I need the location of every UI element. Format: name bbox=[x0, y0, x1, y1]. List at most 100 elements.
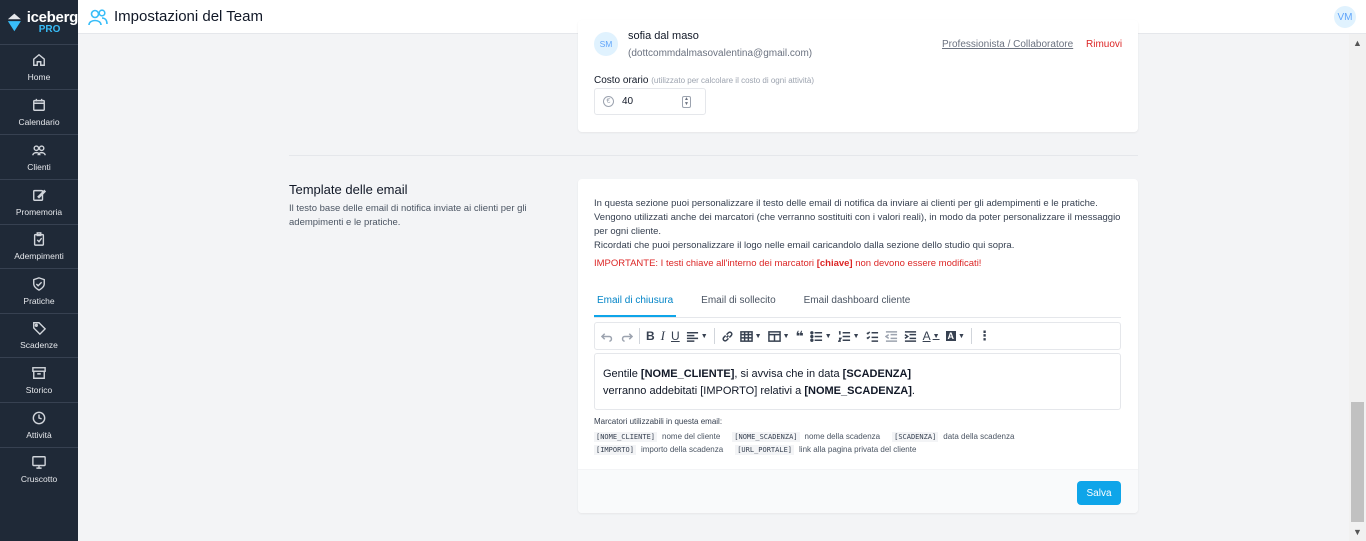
team-member-card: SM sofia dal maso (dottcommdalmasovalent… bbox=[578, 20, 1138, 132]
redo-icon[interactable] bbox=[620, 326, 633, 346]
checklist-icon[interactable] bbox=[865, 326, 879, 346]
marker-item: [IMPORTO] importo della scadenza bbox=[594, 444, 724, 455]
cost-label: Costo orario (utilizzato per calcolare i… bbox=[594, 75, 814, 86]
link-icon[interactable] bbox=[721, 326, 734, 346]
tab-email-sollecito[interactable]: Email di sollecito bbox=[698, 287, 778, 317]
numbered-list-icon[interactable]: ▼ bbox=[837, 326, 860, 346]
sidebar-item-label: Pratiche bbox=[23, 295, 55, 306]
marker-code: [NOME_SCADENZA] bbox=[732, 431, 800, 442]
editor-toolbar: B I U ▼ ▼ ▼ ❝ ▼ ▼ A ▼ A ▼ ⋮ bbox=[594, 322, 1121, 350]
layout-icon[interactable]: ▼ bbox=[767, 326, 790, 346]
email-tabs: Email di chiusura Email di sollecito Ema… bbox=[594, 287, 1121, 318]
highlight-color-icon[interactable]: A ▼ bbox=[945, 326, 965, 346]
logo-subtext: PRO bbox=[38, 23, 61, 35]
italic-icon[interactable]: I bbox=[661, 326, 665, 346]
sidebar-item-storico[interactable]: Storico bbox=[0, 357, 78, 402]
member-role-link[interactable]: Professionista / Collaboratore bbox=[942, 39, 1073, 50]
marker-code: [URL_PORTALE] bbox=[735, 444, 795, 455]
important-key: [chiave] bbox=[816, 258, 853, 269]
table-icon[interactable]: ▼ bbox=[739, 326, 762, 346]
sidebar-item-calendario[interactable]: Calendario bbox=[0, 89, 78, 134]
bold-icon[interactable]: B bbox=[646, 326, 655, 346]
editor-line-2: verranno addebitati [IMPORTO] relativi a… bbox=[603, 383, 1112, 400]
user-avatar[interactable]: VM bbox=[1334, 6, 1356, 28]
important-text-end: non devono essere modificati! bbox=[852, 258, 982, 269]
sidebar-item-cruscotto[interactable]: Cruscotto bbox=[0, 447, 78, 491]
email-template-card: In questa sezione puoi personalizzare il… bbox=[578, 179, 1138, 513]
section-title: Template delle email bbox=[289, 182, 408, 197]
sidebar-item-home[interactable]: Home bbox=[0, 44, 78, 89]
editor-text: Gentile bbox=[603, 368, 641, 380]
logo-text: iceberg bbox=[26, 8, 79, 26]
editor-marker: [NOME_SCADENZA] bbox=[804, 385, 912, 397]
page-title: Impostazioni del Team bbox=[114, 8, 263, 25]
marker-code: [IMPORTO] bbox=[594, 444, 636, 455]
editor-marker: [NOME_CLIENTE] bbox=[640, 368, 735, 380]
tab-email-chiusura[interactable]: Email di chiusura bbox=[594, 287, 677, 317]
section-description: Il testo base delle email di notifica in… bbox=[289, 203, 527, 228]
team-icon bbox=[88, 8, 108, 25]
text-color-icon[interactable]: A ▼ bbox=[923, 326, 940, 346]
marker-desc: importo della scadenza bbox=[640, 445, 724, 454]
sidebar: iceberg PRO Home Calendario Clienti Prom… bbox=[0, 0, 78, 541]
underline-icon[interactable]: U bbox=[671, 326, 680, 346]
sidebar-item-label: Scadenze bbox=[20, 340, 58, 350]
intro-line: In questa sezione puoi personalizzare il… bbox=[594, 198, 1098, 209]
toolbar-separator bbox=[970, 328, 972, 344]
bullet-list-icon[interactable]: ▼ bbox=[809, 326, 832, 346]
sidebar-item-attivita[interactable]: Attività bbox=[0, 402, 78, 447]
sidebar-item-clienti[interactable]: Clienti bbox=[0, 134, 78, 179]
markers-list: [NOME_CLIENTE] nome del cliente [NOME_SCA… bbox=[594, 430, 1121, 456]
sidebar-item-label: Storico bbox=[25, 384, 53, 395]
scrollbar-thumb[interactable] bbox=[1351, 402, 1364, 522]
save-button[interactable]: Salva bbox=[1077, 481, 1121, 505]
sidebar-item-scadenze[interactable]: Scadenze bbox=[0, 313, 78, 357]
undo-icon[interactable] bbox=[601, 326, 614, 346]
member-name: sofia dal maso bbox=[628, 30, 699, 42]
scroll-up-icon[interactable]: ▲ bbox=[1349, 36, 1366, 50]
intro-line: Ricordati che puoi personalizzare il log… bbox=[594, 240, 1015, 251]
sidebar-item-label: Cruscotto bbox=[20, 474, 58, 484]
cost-label-text: Costo orario bbox=[594, 75, 649, 86]
markers-title: Marcatori utilizzabili in questa email: bbox=[594, 417, 723, 426]
sidebar-item-label: Attività bbox=[26, 429, 52, 440]
hourly-cost-value: 40 bbox=[622, 96, 634, 107]
editor-marker: [SCADENZA] bbox=[842, 368, 912, 380]
align-icon[interactable]: ▼ bbox=[686, 326, 708, 346]
marker-item: [NOME_SCADENZA] nome della scadenza bbox=[732, 431, 880, 442]
intro-text: In questa sezione puoi personalizzare il… bbox=[594, 197, 1124, 253]
iceberg-logo-icon bbox=[7, 13, 21, 32]
sidebar-item-label: Clienti bbox=[27, 161, 51, 172]
more-options-icon[interactable]: ⋮ bbox=[978, 326, 991, 346]
marker-code: [SCADENZA] bbox=[892, 431, 939, 442]
sidebar-item-label: Promemoria bbox=[15, 206, 63, 217]
toolbar-separator bbox=[713, 328, 715, 344]
sidebar-item-adempimenti[interactable]: Adempimenti bbox=[0, 224, 78, 268]
marker-desc: link alla pagina privata del cliente bbox=[799, 445, 917, 454]
email-editor[interactable]: Gentile [NOME_CLIENTE], si avvisa che in… bbox=[594, 353, 1121, 410]
pencil-icon bbox=[33, 189, 46, 201]
clock-icon bbox=[32, 411, 46, 424]
indent-icon[interactable] bbox=[904, 326, 917, 346]
toolbar-separator bbox=[639, 328, 640, 344]
quote-icon[interactable]: ❝ bbox=[796, 326, 804, 346]
app-logo[interactable]: iceberg PRO bbox=[0, 0, 78, 44]
marker-item: [NOME_CLIENTE] nome del cliente bbox=[594, 431, 720, 442]
cost-hint: (utilizzato per calcolare il costo di og… bbox=[651, 76, 814, 85]
sidebar-item-label: Adempimenti bbox=[14, 251, 64, 261]
remove-member-button[interactable]: Rimuovi bbox=[1086, 39, 1122, 50]
home-icon bbox=[33, 53, 45, 66]
scroll-down-icon[interactable]: ▼ bbox=[1349, 525, 1366, 539]
sidebar-item-pratiche[interactable]: Pratiche bbox=[0, 268, 78, 313]
outdent-icon[interactable] bbox=[884, 326, 898, 346]
number-spinner-icon[interactable]: ▲ ▼ bbox=[682, 96, 691, 108]
clients-icon bbox=[32, 144, 46, 155]
tag-icon bbox=[33, 322, 46, 335]
section-divider bbox=[289, 155, 1138, 156]
sidebar-item-promemoria[interactable]: Promemoria bbox=[0, 179, 78, 224]
intro-line: Vengono utilizzati anche dei marcatori (… bbox=[594, 212, 1121, 237]
archive-icon bbox=[32, 366, 46, 379]
hourly-cost-input[interactable]: € 40 ▲ ▼ bbox=[594, 88, 706, 115]
page-scrollbar[interactable]: ▲ ▼ bbox=[1349, 34, 1366, 541]
tab-email-dashboard[interactable]: Email dashboard cliente bbox=[801, 287, 914, 317]
